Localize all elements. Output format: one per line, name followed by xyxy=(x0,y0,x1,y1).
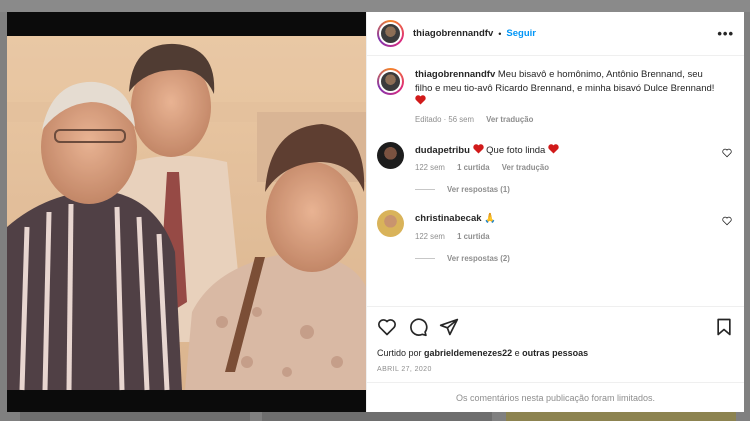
more-options-icon[interactable]: ••• xyxy=(717,26,734,41)
post-modal: thiagobrennandfv • Seguir ••• thiagobren… xyxy=(7,12,744,412)
vintage-family-photo xyxy=(7,12,366,412)
comment-text: Que foto linda xyxy=(486,144,546,156)
caption-text-block: thiagobrennandfv Meu bisavô e homônimo, … xyxy=(415,68,715,109)
post-side-panel: thiagobrennandfv • Seguir ••• thiagobren… xyxy=(366,12,744,412)
caption: thiagobrennandfv Meu bisavô e homônimo, … xyxy=(377,68,734,124)
feed-top-strip xyxy=(0,0,750,12)
red-heart-emoji-icon xyxy=(415,95,426,105)
post-header: thiagobrennandfv • Seguir ••• xyxy=(367,12,744,56)
paper-plane-icon[interactable] xyxy=(439,317,459,337)
avatar[interactable] xyxy=(377,210,404,237)
liked-by-line: Curtido por gabrieldemenezes22 e outras … xyxy=(377,348,734,358)
post-photo[interactable] xyxy=(7,12,366,412)
post-actions: Curtido por gabrieldemenezes22 e outras … xyxy=(367,306,744,373)
comment-likes[interactable]: 1 curtida xyxy=(457,163,490,172)
view-replies-label: Ver respostas (1) xyxy=(447,185,510,194)
see-translation-link[interactable]: Ver tradução xyxy=(502,163,549,172)
follow-button[interactable]: Seguir xyxy=(506,28,536,39)
avatar[interactable] xyxy=(377,68,404,95)
post-date[interactable]: ABRIL 27, 2020 xyxy=(377,366,734,373)
like-comment-heart-icon[interactable] xyxy=(722,216,732,226)
comment-icon[interactable] xyxy=(408,317,428,337)
comment-item: dudapetribu Que foto linda 122 sem 1 cur… xyxy=(377,141,734,172)
avatar[interactable] xyxy=(377,20,404,47)
edited-label: Editado · 56 sem xyxy=(415,114,474,124)
liked-by-prefix: Curtido por xyxy=(377,348,422,358)
avatar[interactable] xyxy=(377,141,404,169)
caption-meta: Editado · 56 sem Ver tradução xyxy=(415,115,715,124)
liked-by-others[interactable]: outras pessoas xyxy=(522,348,588,358)
comment-item: christinabecak 🙏 122 sem 1 curtida xyxy=(377,210,734,241)
like-comment-heart-icon[interactable] xyxy=(722,148,732,158)
heart-outline-icon[interactable] xyxy=(377,317,397,337)
liked-by-user[interactable]: gabrieldemenezes22 xyxy=(424,348,512,358)
comment-likes[interactable]: 1 curtida xyxy=(457,232,490,241)
comment-meta: 122 sem 1 curtida xyxy=(415,232,715,241)
view-replies-label: Ver respostas (2) xyxy=(447,253,510,263)
post-author-username[interactable]: thiagobrennandfv xyxy=(413,28,493,39)
separator-dot: • xyxy=(498,28,502,39)
caption-username[interactable]: thiagobrennandfv xyxy=(415,69,495,80)
comments-limited-notice: Os comentários nesta publicação foram li… xyxy=(367,382,744,412)
see-translation-link[interactable]: Ver tradução xyxy=(486,115,533,124)
comment-username[interactable]: christinabecak xyxy=(415,213,482,224)
comment-time: 122 sem xyxy=(415,163,445,172)
view-replies-button[interactable]: Ver respostas (1) xyxy=(415,185,734,194)
comment-username[interactable]: dudapetribu xyxy=(415,145,470,156)
comment-text-block: christinabecak 🙏 xyxy=(415,212,715,226)
comment-text-block: dudapetribu Que foto linda xyxy=(415,143,715,158)
red-heart-emoji-icon xyxy=(548,143,559,154)
view-replies-button[interactable]: Ver respostas (2) xyxy=(415,254,734,263)
bookmark-icon[interactable] xyxy=(714,317,734,337)
liked-by-and: e xyxy=(514,348,520,358)
comments-list: thiagobrennandfv Meu bisavô e homônimo, … xyxy=(367,56,744,306)
red-heart-emoji-icon xyxy=(472,143,484,154)
comment-text: 🙏 xyxy=(484,213,497,224)
comment-time: 122 sem xyxy=(415,231,445,241)
action-icons-row xyxy=(377,315,734,339)
comment-meta: 122 sem 1 curtida Ver tradução xyxy=(415,163,715,172)
